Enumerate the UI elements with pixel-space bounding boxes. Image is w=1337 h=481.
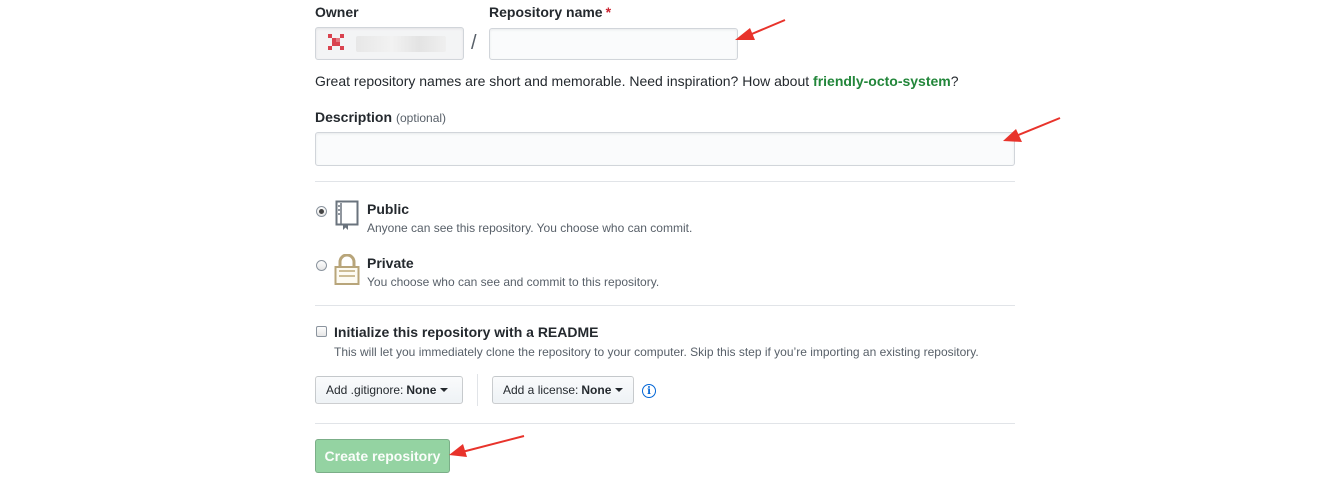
annotation-arrow-create <box>449 435 525 457</box>
annotation-arrows <box>449 19 1061 457</box>
annotation-arrow-repo-name <box>735 19 786 40</box>
annotation-arrow-description <box>1003 117 1061 142</box>
